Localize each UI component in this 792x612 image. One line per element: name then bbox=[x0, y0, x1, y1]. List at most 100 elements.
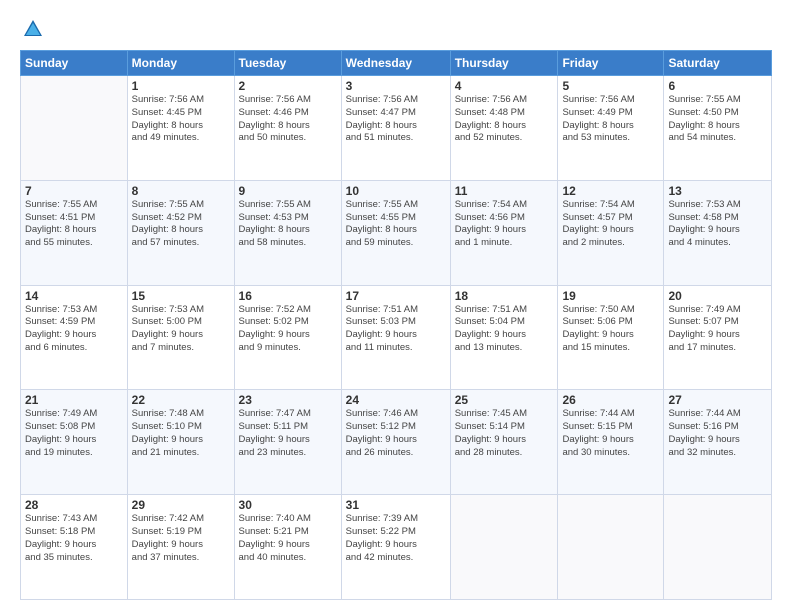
day-info: Sunrise: 7:55 AM Sunset: 4:52 PM Dayligh… bbox=[132, 199, 230, 250]
day-number: 16 bbox=[239, 289, 337, 303]
day-info: Sunrise: 7:49 AM Sunset: 5:08 PM Dayligh… bbox=[25, 408, 123, 459]
day-info: Sunrise: 7:54 AM Sunset: 4:57 PM Dayligh… bbox=[562, 199, 659, 250]
calendar-cell: 24Sunrise: 7:46 AM Sunset: 5:12 PM Dayli… bbox=[341, 390, 450, 495]
calendar-cell: 13Sunrise: 7:53 AM Sunset: 4:58 PM Dayli… bbox=[664, 180, 772, 285]
day-number: 18 bbox=[455, 289, 554, 303]
day-number: 6 bbox=[668, 79, 767, 93]
page: SundayMondayTuesdayWednesdayThursdayFrid… bbox=[0, 0, 792, 612]
weekday-header-friday: Friday bbox=[558, 51, 664, 76]
day-info: Sunrise: 7:40 AM Sunset: 5:21 PM Dayligh… bbox=[239, 513, 337, 564]
day-info: Sunrise: 7:45 AM Sunset: 5:14 PM Dayligh… bbox=[455, 408, 554, 459]
day-info: Sunrise: 7:55 AM Sunset: 4:55 PM Dayligh… bbox=[346, 199, 446, 250]
calendar-cell: 18Sunrise: 7:51 AM Sunset: 5:04 PM Dayli… bbox=[450, 285, 558, 390]
day-info: Sunrise: 7:51 AM Sunset: 5:03 PM Dayligh… bbox=[346, 304, 446, 355]
calendar-cell: 17Sunrise: 7:51 AM Sunset: 5:03 PM Dayli… bbox=[341, 285, 450, 390]
day-info: Sunrise: 7:47 AM Sunset: 5:11 PM Dayligh… bbox=[239, 408, 337, 459]
calendar-cell: 25Sunrise: 7:45 AM Sunset: 5:14 PM Dayli… bbox=[450, 390, 558, 495]
day-number: 30 bbox=[239, 498, 337, 512]
day-info: Sunrise: 7:44 AM Sunset: 5:16 PM Dayligh… bbox=[668, 408, 767, 459]
calendar-cell: 8Sunrise: 7:55 AM Sunset: 4:52 PM Daylig… bbox=[127, 180, 234, 285]
week-row-1: 1Sunrise: 7:56 AM Sunset: 4:45 PM Daylig… bbox=[21, 76, 772, 181]
calendar-cell: 15Sunrise: 7:53 AM Sunset: 5:00 PM Dayli… bbox=[127, 285, 234, 390]
calendar-cell: 26Sunrise: 7:44 AM Sunset: 5:15 PM Dayli… bbox=[558, 390, 664, 495]
calendar-cell: 5Sunrise: 7:56 AM Sunset: 4:49 PM Daylig… bbox=[558, 76, 664, 181]
day-info: Sunrise: 7:53 AM Sunset: 4:58 PM Dayligh… bbox=[668, 199, 767, 250]
weekday-header-tuesday: Tuesday bbox=[234, 51, 341, 76]
day-number: 23 bbox=[239, 393, 337, 407]
calendar-cell: 4Sunrise: 7:56 AM Sunset: 4:48 PM Daylig… bbox=[450, 76, 558, 181]
calendar-cell bbox=[664, 495, 772, 600]
day-number: 10 bbox=[346, 184, 446, 198]
day-number: 17 bbox=[346, 289, 446, 303]
calendar-cell: 20Sunrise: 7:49 AM Sunset: 5:07 PM Dayli… bbox=[664, 285, 772, 390]
day-info: Sunrise: 7:43 AM Sunset: 5:18 PM Dayligh… bbox=[25, 513, 123, 564]
day-info: Sunrise: 7:56 AM Sunset: 4:48 PM Dayligh… bbox=[455, 94, 554, 145]
day-number: 26 bbox=[562, 393, 659, 407]
day-number: 24 bbox=[346, 393, 446, 407]
day-number: 2 bbox=[239, 79, 337, 93]
day-info: Sunrise: 7:56 AM Sunset: 4:45 PM Dayligh… bbox=[132, 94, 230, 145]
logo bbox=[20, 18, 44, 40]
day-info: Sunrise: 7:51 AM Sunset: 5:04 PM Dayligh… bbox=[455, 304, 554, 355]
week-row-3: 14Sunrise: 7:53 AM Sunset: 4:59 PM Dayli… bbox=[21, 285, 772, 390]
day-info: Sunrise: 7:42 AM Sunset: 5:19 PM Dayligh… bbox=[132, 513, 230, 564]
day-info: Sunrise: 7:53 AM Sunset: 4:59 PM Dayligh… bbox=[25, 304, 123, 355]
day-info: Sunrise: 7:48 AM Sunset: 5:10 PM Dayligh… bbox=[132, 408, 230, 459]
week-row-2: 7Sunrise: 7:55 AM Sunset: 4:51 PM Daylig… bbox=[21, 180, 772, 285]
day-number: 27 bbox=[668, 393, 767, 407]
day-info: Sunrise: 7:39 AM Sunset: 5:22 PM Dayligh… bbox=[346, 513, 446, 564]
weekday-header-saturday: Saturday bbox=[664, 51, 772, 76]
calendar-cell: 23Sunrise: 7:47 AM Sunset: 5:11 PM Dayli… bbox=[234, 390, 341, 495]
weekday-header-wednesday: Wednesday bbox=[341, 51, 450, 76]
weekday-header-row: SundayMondayTuesdayWednesdayThursdayFrid… bbox=[21, 51, 772, 76]
calendar-cell: 16Sunrise: 7:52 AM Sunset: 5:02 PM Dayli… bbox=[234, 285, 341, 390]
calendar-cell: 30Sunrise: 7:40 AM Sunset: 5:21 PM Dayli… bbox=[234, 495, 341, 600]
calendar-cell: 22Sunrise: 7:48 AM Sunset: 5:10 PM Dayli… bbox=[127, 390, 234, 495]
weekday-header-sunday: Sunday bbox=[21, 51, 128, 76]
calendar-cell: 29Sunrise: 7:42 AM Sunset: 5:19 PM Dayli… bbox=[127, 495, 234, 600]
day-number: 12 bbox=[562, 184, 659, 198]
header bbox=[20, 18, 772, 40]
day-info: Sunrise: 7:55 AM Sunset: 4:50 PM Dayligh… bbox=[668, 94, 767, 145]
day-number: 9 bbox=[239, 184, 337, 198]
day-number: 15 bbox=[132, 289, 230, 303]
day-info: Sunrise: 7:50 AM Sunset: 5:06 PM Dayligh… bbox=[562, 304, 659, 355]
calendar-cell: 12Sunrise: 7:54 AM Sunset: 4:57 PM Dayli… bbox=[558, 180, 664, 285]
day-number: 8 bbox=[132, 184, 230, 198]
week-row-5: 28Sunrise: 7:43 AM Sunset: 5:18 PM Dayli… bbox=[21, 495, 772, 600]
week-row-4: 21Sunrise: 7:49 AM Sunset: 5:08 PM Dayli… bbox=[21, 390, 772, 495]
calendar-cell: 21Sunrise: 7:49 AM Sunset: 5:08 PM Dayli… bbox=[21, 390, 128, 495]
calendar-cell: 14Sunrise: 7:53 AM Sunset: 4:59 PM Dayli… bbox=[21, 285, 128, 390]
day-info: Sunrise: 7:54 AM Sunset: 4:56 PM Dayligh… bbox=[455, 199, 554, 250]
day-number: 7 bbox=[25, 184, 123, 198]
calendar-cell bbox=[21, 76, 128, 181]
day-info: Sunrise: 7:49 AM Sunset: 5:07 PM Dayligh… bbox=[668, 304, 767, 355]
day-info: Sunrise: 7:56 AM Sunset: 4:49 PM Dayligh… bbox=[562, 94, 659, 145]
day-info: Sunrise: 7:46 AM Sunset: 5:12 PM Dayligh… bbox=[346, 408, 446, 459]
day-info: Sunrise: 7:56 AM Sunset: 4:46 PM Dayligh… bbox=[239, 94, 337, 145]
calendar-cell: 6Sunrise: 7:55 AM Sunset: 4:50 PM Daylig… bbox=[664, 76, 772, 181]
calendar-cell: 10Sunrise: 7:55 AM Sunset: 4:55 PM Dayli… bbox=[341, 180, 450, 285]
calendar-cell: 9Sunrise: 7:55 AM Sunset: 4:53 PM Daylig… bbox=[234, 180, 341, 285]
calendar-cell: 2Sunrise: 7:56 AM Sunset: 4:46 PM Daylig… bbox=[234, 76, 341, 181]
calendar-table: SundayMondayTuesdayWednesdayThursdayFrid… bbox=[20, 50, 772, 600]
calendar-cell: 28Sunrise: 7:43 AM Sunset: 5:18 PM Dayli… bbox=[21, 495, 128, 600]
day-number: 4 bbox=[455, 79, 554, 93]
calendar-cell: 19Sunrise: 7:50 AM Sunset: 5:06 PM Dayli… bbox=[558, 285, 664, 390]
day-number: 20 bbox=[668, 289, 767, 303]
calendar-cell: 3Sunrise: 7:56 AM Sunset: 4:47 PM Daylig… bbox=[341, 76, 450, 181]
day-number: 22 bbox=[132, 393, 230, 407]
day-number: 3 bbox=[346, 79, 446, 93]
day-info: Sunrise: 7:52 AM Sunset: 5:02 PM Dayligh… bbox=[239, 304, 337, 355]
day-number: 29 bbox=[132, 498, 230, 512]
day-number: 5 bbox=[562, 79, 659, 93]
calendar-cell: 31Sunrise: 7:39 AM Sunset: 5:22 PM Dayli… bbox=[341, 495, 450, 600]
logo-icon bbox=[22, 18, 44, 40]
day-info: Sunrise: 7:53 AM Sunset: 5:00 PM Dayligh… bbox=[132, 304, 230, 355]
calendar-cell bbox=[450, 495, 558, 600]
day-number: 25 bbox=[455, 393, 554, 407]
day-info: Sunrise: 7:44 AM Sunset: 5:15 PM Dayligh… bbox=[562, 408, 659, 459]
day-info: Sunrise: 7:55 AM Sunset: 4:51 PM Dayligh… bbox=[25, 199, 123, 250]
calendar-cell: 27Sunrise: 7:44 AM Sunset: 5:16 PM Dayli… bbox=[664, 390, 772, 495]
day-number: 13 bbox=[668, 184, 767, 198]
